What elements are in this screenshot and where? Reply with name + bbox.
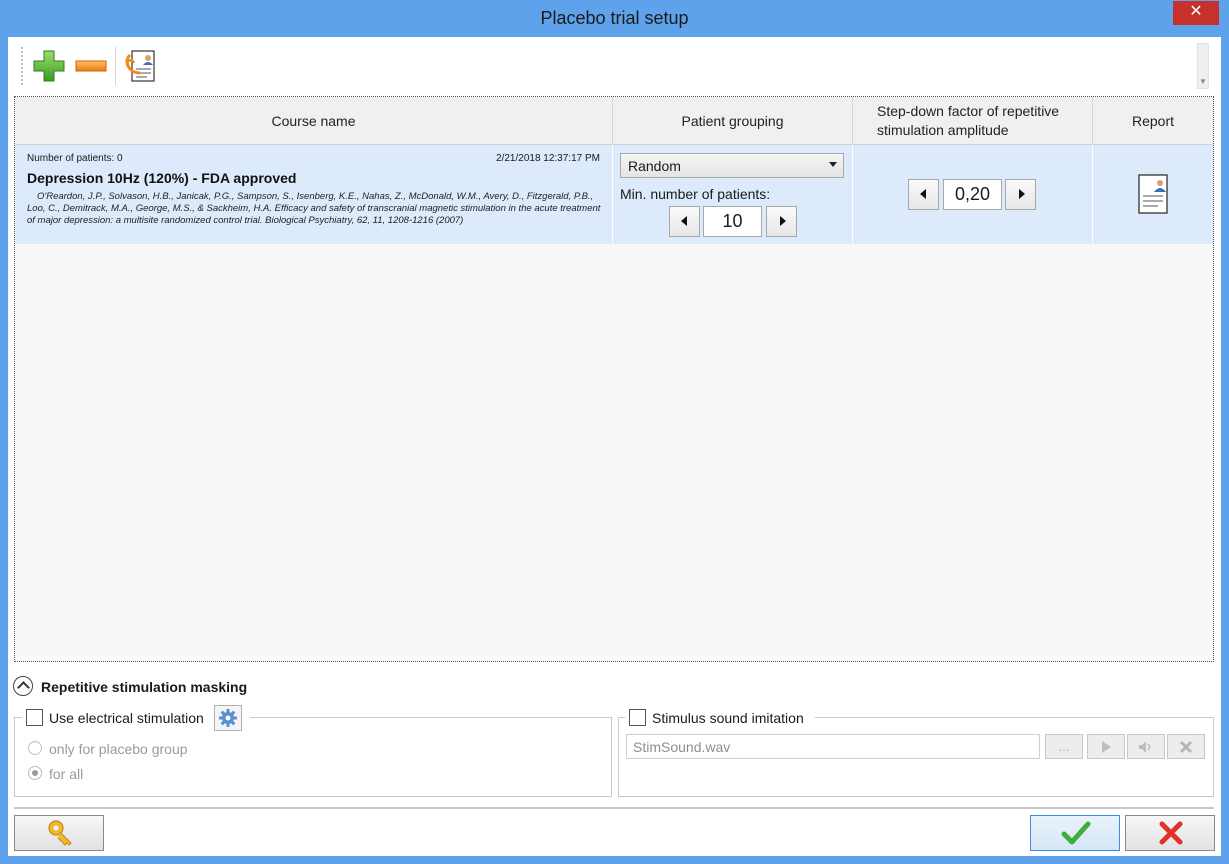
toolbar: ▼ bbox=[8, 37, 1221, 95]
min-patients-label: Min. number of patients: bbox=[620, 186, 771, 202]
course-grid: Course name Patient grouping Step-down f… bbox=[14, 96, 1214, 662]
electrical-group-legend: Use electrical stimulation bbox=[22, 705, 250, 731]
toolbar-grip[interactable] bbox=[21, 47, 25, 85]
footer-separator bbox=[14, 807, 1214, 809]
close-button[interactable]: ✕ bbox=[1173, 1, 1219, 25]
grouping-cell: Random Min. number of patients: 10 bbox=[613, 145, 853, 244]
column-patient-grouping[interactable]: Patient grouping bbox=[613, 97, 853, 144]
volume-button[interactable] bbox=[1127, 734, 1165, 759]
patients-count: Number of patients: 0 bbox=[27, 153, 123, 164]
min-patients-increment[interactable] bbox=[766, 206, 797, 237]
report-icon[interactable] bbox=[1138, 174, 1168, 214]
sound-checkbox[interactable] bbox=[629, 709, 646, 726]
step-down-increment[interactable] bbox=[1005, 179, 1036, 210]
column-report[interactable]: Report bbox=[1093, 97, 1213, 144]
chevron-down-icon bbox=[829, 162, 837, 167]
play-button[interactable] bbox=[1087, 734, 1125, 759]
patient-report-button[interactable] bbox=[122, 47, 160, 85]
min-patients-value[interactable]: 10 bbox=[703, 206, 762, 237]
grid-header: Course name Patient grouping Step-down f… bbox=[15, 97, 1213, 145]
radio-placebo-only-label[interactable]: only for placebo group bbox=[49, 741, 188, 757]
arrow-left-icon bbox=[920, 189, 926, 199]
radio-for-all[interactable] bbox=[28, 766, 42, 780]
speaker-icon bbox=[1139, 741, 1151, 753]
table-row[interactable]: Number of patients: 0 2/21/2018 12:37:17… bbox=[15, 145, 1213, 244]
arrow-right-icon bbox=[1019, 189, 1025, 199]
clear-sound-button[interactable] bbox=[1167, 734, 1205, 759]
course-citation: O'Reardon, J.P., Solvason, H.B., Janicak… bbox=[27, 191, 601, 226]
report-cell bbox=[1093, 145, 1213, 244]
course-cell[interactable]: Number of patients: 0 2/21/2018 12:37:17… bbox=[15, 145, 613, 244]
play-icon bbox=[1102, 741, 1111, 753]
cancel-button[interactable] bbox=[1125, 815, 1215, 851]
masking-title: Repetitive stimulation masking bbox=[41, 679, 248, 695]
gear-icon bbox=[219, 709, 237, 727]
min-patients-decrement[interactable] bbox=[669, 206, 700, 237]
title-bar[interactable]: Placebo trial setup ✕ bbox=[0, 0, 1229, 37]
plus-icon bbox=[33, 50, 65, 82]
collapse-button[interactable] bbox=[13, 676, 33, 696]
electrical-settings-button[interactable] bbox=[214, 705, 242, 731]
electrical-checkbox[interactable] bbox=[26, 709, 43, 726]
column-step-down-factor[interactable]: Step-down factor of repetitive stimulati… bbox=[853, 97, 1093, 144]
toolbar-overflow[interactable]: ▼ bbox=[1197, 43, 1209, 89]
browse-button[interactable]: ... bbox=[1045, 734, 1083, 759]
dialog-client: ▼ Course name Patient grouping Step-down… bbox=[8, 37, 1221, 856]
step-down-cell: 0,20 bbox=[853, 145, 1093, 244]
remove-course-button[interactable] bbox=[72, 47, 110, 85]
chevron-up-icon bbox=[17, 681, 30, 694]
window-title: Placebo trial setup bbox=[540, 8, 689, 28]
sound-label[interactable]: Stimulus sound imitation bbox=[652, 710, 804, 726]
course-name: Depression 10Hz (120%) - FDA approved bbox=[27, 170, 297, 186]
step-down-decrement[interactable] bbox=[908, 179, 939, 210]
close-icon bbox=[1179, 740, 1193, 754]
step-down-value[interactable]: 0,20 bbox=[943, 179, 1002, 210]
grouping-select[interactable]: Random bbox=[620, 153, 844, 178]
sound-group-legend: Stimulus sound imitation bbox=[625, 706, 815, 730]
arrow-right-icon bbox=[780, 216, 786, 226]
sound-file-input[interactable]: StimSound.wav bbox=[626, 734, 1040, 759]
add-course-button[interactable] bbox=[30, 47, 68, 85]
radio-for-all-label[interactable]: for all bbox=[49, 766, 83, 782]
ok-button[interactable] bbox=[1030, 815, 1120, 851]
column-course-name[interactable]: Course name bbox=[15, 97, 613, 144]
checkmark-icon bbox=[1061, 821, 1091, 845]
key-icon bbox=[48, 820, 72, 846]
toolbar-separator bbox=[115, 47, 116, 85]
grouping-value: Random bbox=[628, 158, 681, 174]
patient-report-icon bbox=[125, 50, 155, 82]
license-key-button[interactable] bbox=[14, 815, 104, 851]
dialog-window: Placebo trial setup ✕ ▼ Course name Pati… bbox=[0, 0, 1229, 864]
course-date: 2/21/2018 12:37:17 PM bbox=[496, 153, 600, 164]
radio-placebo-only[interactable] bbox=[28, 741, 42, 755]
electrical-label[interactable]: Use electrical stimulation bbox=[49, 710, 204, 726]
arrow-left-icon bbox=[681, 216, 687, 226]
minus-icon bbox=[75, 60, 107, 72]
cross-icon bbox=[1159, 821, 1183, 845]
